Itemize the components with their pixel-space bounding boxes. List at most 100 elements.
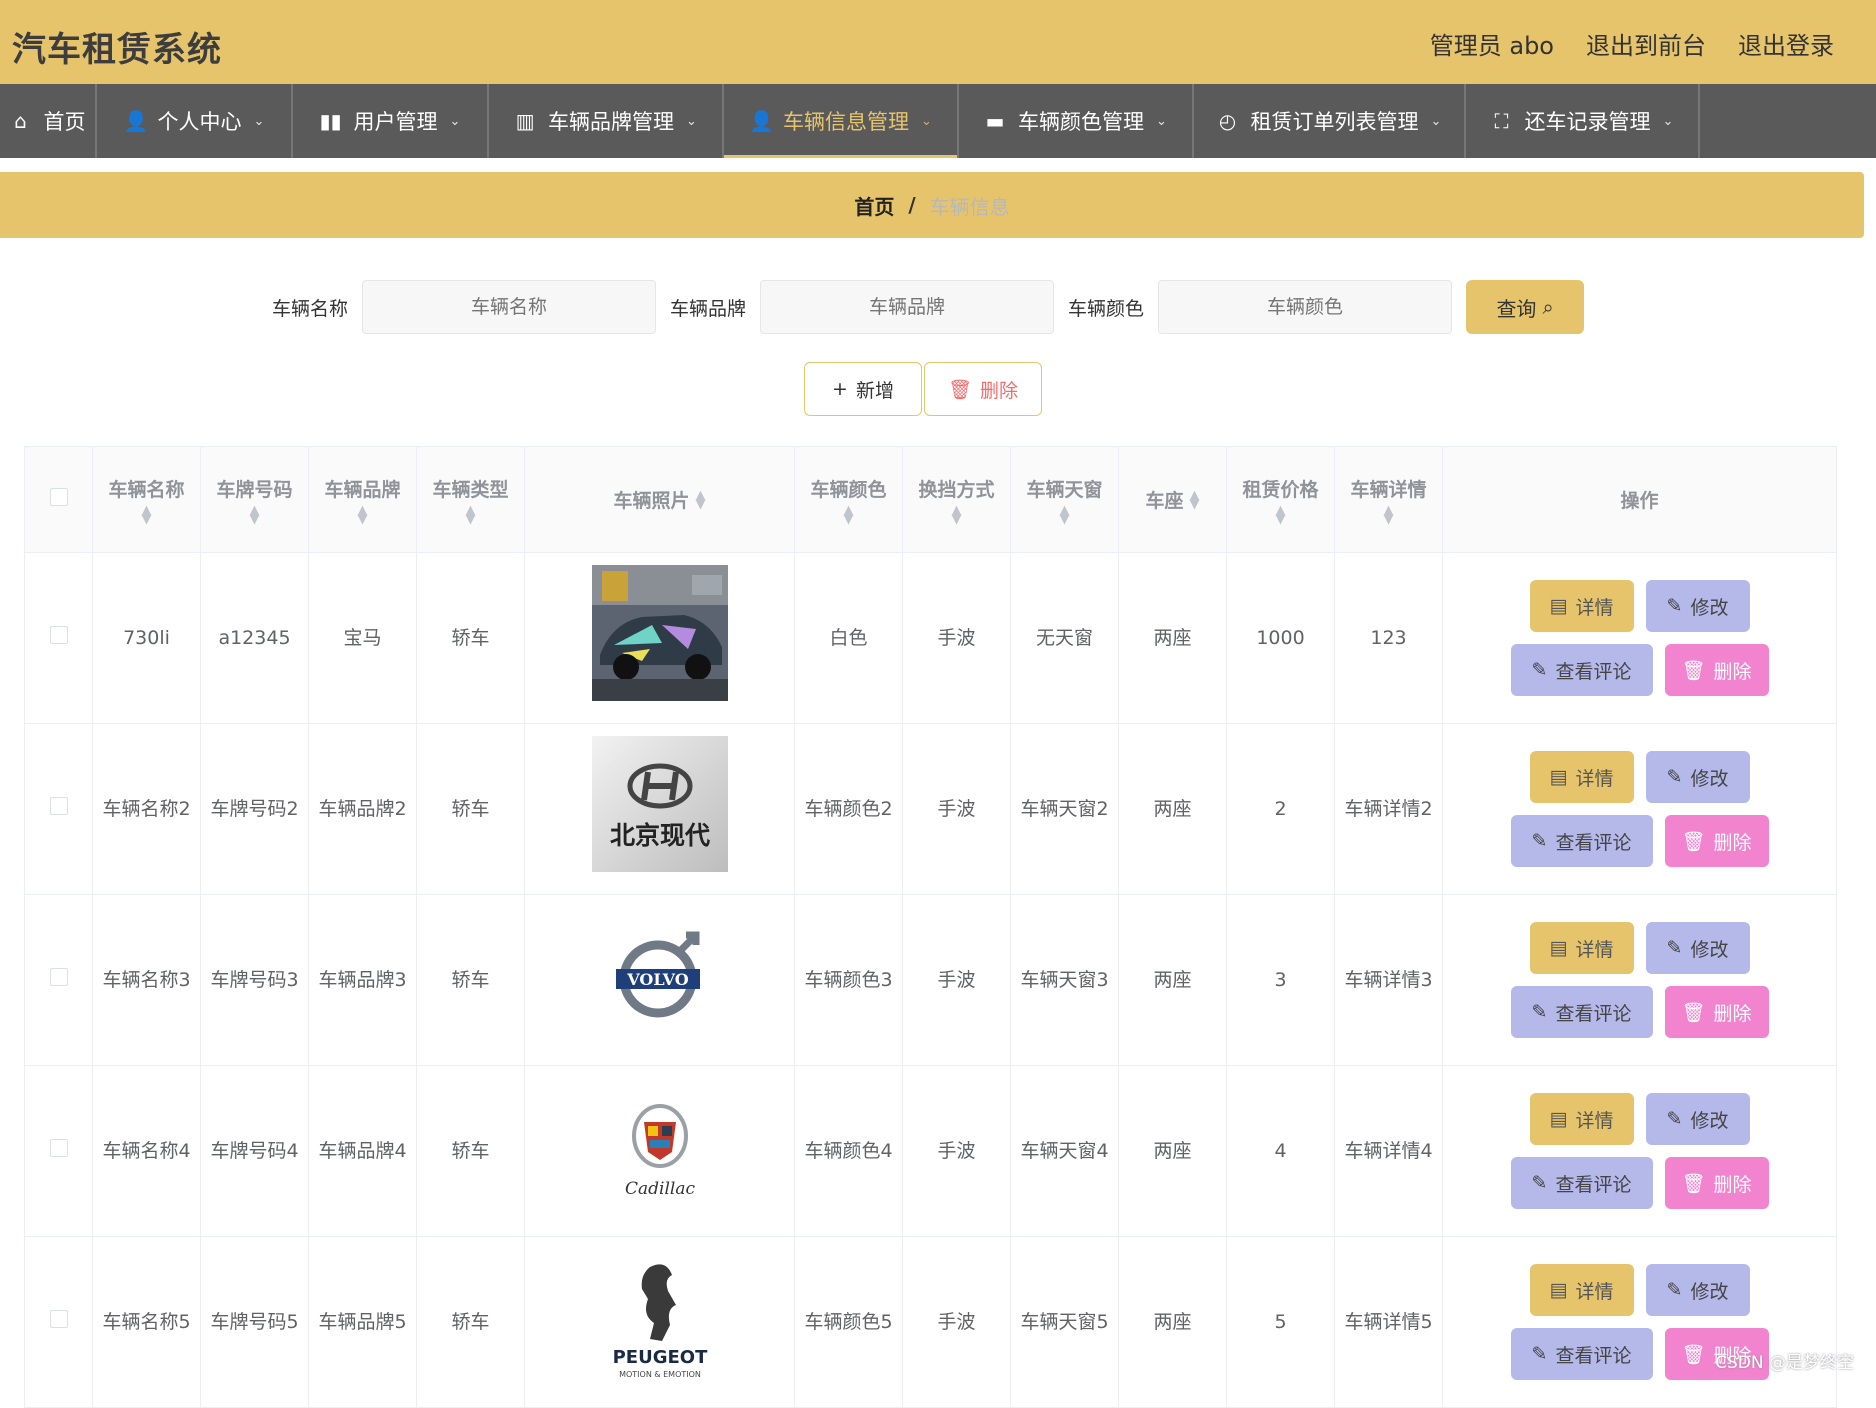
- detail-button[interactable]: ▤详情: [1530, 1264, 1634, 1316]
- cell-vehicle-name: 车辆名称4: [93, 1066, 201, 1237]
- sort-icon[interactable]: ▲▼: [1276, 506, 1286, 524]
- cell-vehicle-name: 车辆名称5: [93, 1237, 201, 1408]
- nav-item-rental-orders[interactable]: ◴ 租赁订单列表管理 ⌄: [1194, 84, 1466, 158]
- cell-operations: ▤详情 ✎修改 ✎查看评论 🗑删除: [1443, 724, 1837, 895]
- row-checkbox[interactable]: [50, 797, 68, 815]
- cell-sunroof: 无天窗: [1011, 553, 1119, 724]
- edit-button[interactable]: ✎修改: [1646, 1093, 1750, 1145]
- detail-button-label: 详情: [1575, 764, 1613, 791]
- query-button[interactable]: 查询 ⌕: [1466, 280, 1584, 334]
- view-comments-label: 查看评论: [1555, 657, 1631, 684]
- cell-type: 轿车: [417, 553, 525, 724]
- add-button[interactable]: + 新增: [804, 362, 922, 416]
- trash-icon: 🗑: [1681, 1343, 1705, 1366]
- view-comments-button[interactable]: ✎查看评论: [1511, 815, 1653, 867]
- cell-vehicle-name: 车辆名称2: [93, 724, 201, 895]
- sort-icon[interactable]: ▲▼: [1384, 506, 1394, 524]
- detail-button-label: 详情: [1575, 1106, 1613, 1133]
- delete-row-button[interactable]: 🗑删除: [1665, 644, 1769, 696]
- select-all-checkbox[interactable]: [50, 488, 68, 506]
- cell-type: 轿车: [417, 724, 525, 895]
- row-checkbox[interactable]: [50, 626, 68, 644]
- sort-icon[interactable]: ▲▼: [1190, 491, 1200, 509]
- detail-button[interactable]: ▤详情: [1530, 922, 1634, 974]
- delete-button-label: 删除: [980, 376, 1018, 403]
- cell-price: 4: [1227, 1066, 1335, 1237]
- nav-item-return-records[interactable]: ⛶ 还车记录管理 ⌄: [1466, 84, 1700, 158]
- nav-item-home[interactable]: ⌂ 首页: [0, 84, 97, 158]
- row-checkbox[interactable]: [50, 1139, 68, 1157]
- row-select-cell: [25, 553, 93, 724]
- sort-icon[interactable]: ▲▼: [142, 506, 152, 524]
- column-header[interactable]: 车辆名称▲▼: [93, 447, 201, 553]
- view-comments-button[interactable]: ✎查看评论: [1511, 1328, 1653, 1380]
- race-car-photo[interactable]: [592, 565, 728, 701]
- column-header[interactable]: 车辆天窗▲▼: [1011, 447, 1119, 553]
- add-button-label: 新增: [856, 376, 894, 403]
- cell-operations: ▤详情 ✎修改 ✎查看评论 🗑删除: [1443, 553, 1837, 724]
- nav-item-brand-management[interactable]: ▥ 车辆品牌管理 ⌄: [489, 84, 724, 158]
- vehicle-brand-input[interactable]: [760, 280, 1054, 334]
- cell-price: 2: [1227, 724, 1335, 895]
- delete-row-button[interactable]: 🗑删除: [1665, 1157, 1769, 1209]
- sort-icon[interactable]: ▲▼: [1060, 506, 1070, 524]
- sort-icon[interactable]: ▲▼: [696, 491, 706, 509]
- sort-icon[interactable]: ▲▼: [466, 506, 476, 524]
- volvo-logo[interactable]: VOLVO: [592, 907, 728, 1043]
- cell-color: 白色: [795, 553, 903, 724]
- column-header[interactable]: 车辆品牌▲▼: [309, 447, 417, 553]
- view-comments-button[interactable]: ✎查看评论: [1511, 986, 1653, 1038]
- column-header[interactable]: 车座▲▼: [1119, 447, 1227, 553]
- nav-item-user-management[interactable]: ▮▮ 用户管理 ⌄: [293, 84, 489, 158]
- delete-row-button[interactable]: 🗑删除: [1665, 815, 1769, 867]
- logout-link[interactable]: 退出登录: [1738, 26, 1834, 61]
- nav-item-personal-center[interactable]: 👤 个人中心 ⌄: [97, 84, 293, 158]
- batch-delete-button[interactable]: 🗑 删除: [924, 362, 1042, 416]
- row-checkbox[interactable]: [50, 1310, 68, 1328]
- column-header[interactable]: 车辆照片▲▼: [525, 447, 795, 553]
- cadillac-logo[interactable]: Cadillac: [592, 1078, 728, 1214]
- column-header[interactable]: 车辆详情▲▼: [1335, 447, 1443, 553]
- breadcrumb-separator: /: [908, 193, 915, 217]
- sort-icon[interactable]: ▲▼: [358, 506, 368, 524]
- sort-icon[interactable]: ▲▼: [952, 506, 962, 524]
- delete-row-label: 删除: [1714, 1170, 1752, 1197]
- view-comments-button[interactable]: ✎查看评论: [1511, 1157, 1653, 1209]
- column-header[interactable]: 车辆颜色▲▼: [795, 447, 903, 553]
- column-header[interactable]: 车辆类型▲▼: [417, 447, 525, 553]
- column-header[interactable]: 换挡方式▲▼: [903, 447, 1011, 553]
- detail-button[interactable]: ▤详情: [1530, 580, 1634, 632]
- peugeot-logo[interactable]: PEUGEOT MOTION & EMOTION: [592, 1249, 728, 1385]
- edit-button[interactable]: ✎修改: [1646, 1264, 1750, 1316]
- row-checkbox[interactable]: [50, 968, 68, 986]
- nav-item-label: 车辆品牌管理: [548, 106, 674, 136]
- row-select-cell: [25, 895, 93, 1066]
- admin-user-label[interactable]: 管理员 abo: [1430, 26, 1554, 61]
- detail-button[interactable]: ▤详情: [1530, 1093, 1634, 1145]
- view-comments-button[interactable]: ✎查看评论: [1511, 644, 1653, 696]
- user-icon: 👤: [749, 109, 771, 133]
- column-header[interactable]: 车牌号码▲▼: [201, 447, 309, 553]
- cell-detail: 车辆详情4: [1335, 1066, 1443, 1237]
- cell-photo: 北京现代: [525, 724, 795, 895]
- vehicle-color-input[interactable]: [1158, 280, 1452, 334]
- breadcrumb-home[interactable]: 首页: [854, 191, 894, 220]
- sort-icon[interactable]: ▲▼: [844, 506, 854, 524]
- edit-button[interactable]: ✎修改: [1646, 751, 1750, 803]
- edit-button-label: 修改: [1690, 1277, 1728, 1304]
- edit-button[interactable]: ✎修改: [1646, 580, 1750, 632]
- cell-gear: 手波: [903, 1237, 1011, 1408]
- sort-icon[interactable]: ▲▼: [250, 506, 260, 524]
- exit-to-frontend-link[interactable]: 退出到前台: [1586, 26, 1706, 61]
- vehicle-name-input[interactable]: [362, 280, 656, 334]
- column-header[interactable]: 租赁价格▲▼: [1227, 447, 1335, 553]
- nav-item-vehicle-info-management[interactable]: 👤 车辆信息管理 ⌄: [724, 84, 959, 158]
- cell-plate: a12345: [201, 553, 309, 724]
- edit-button[interactable]: ✎修改: [1646, 922, 1750, 974]
- detail-button[interactable]: ▤详情: [1530, 751, 1634, 803]
- beijing-hyundai-logo[interactable]: 北京现代: [592, 736, 728, 872]
- delete-row-button[interactable]: 🗑删除: [1665, 986, 1769, 1038]
- cell-seats: 两座: [1119, 895, 1227, 1066]
- cell-seats: 两座: [1119, 1066, 1227, 1237]
- nav-item-color-management[interactable]: ▬ 车辆颜色管理 ⌄: [959, 84, 1194, 158]
